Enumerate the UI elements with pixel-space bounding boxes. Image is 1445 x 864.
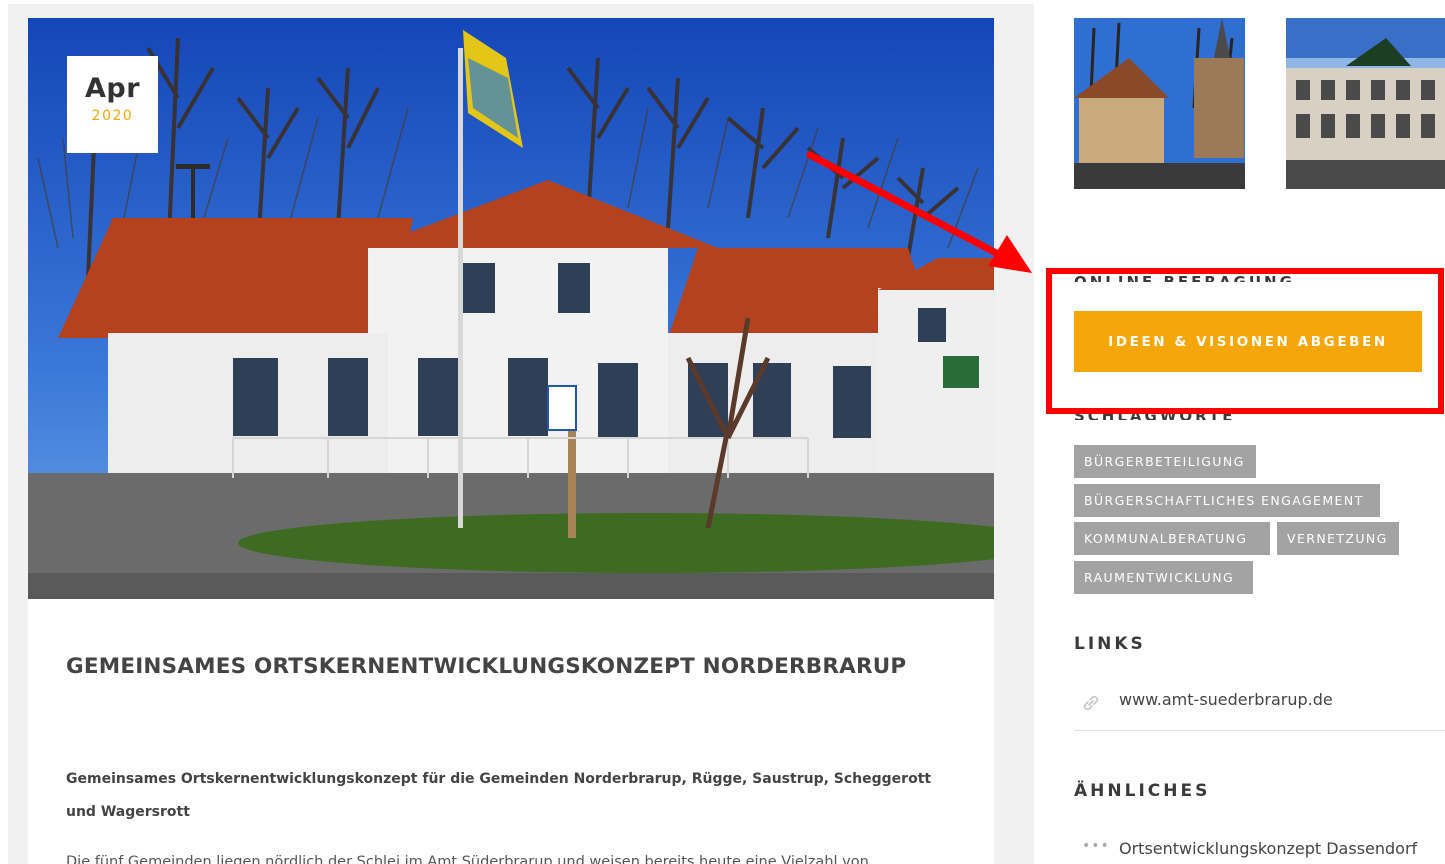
- tag-buergerbeteiligung[interactable]: BÜRGERBETEILIGUNG: [1074, 445, 1256, 478]
- annotation-arrow: [806, 151, 1032, 273]
- dots-icon: •••: [1082, 838, 1110, 854]
- link-icon: [1080, 692, 1102, 718]
- sidebar-thumbnail-church[interactable]: [1074, 18, 1245, 189]
- related-item: ••• Ortsentwicklungskonzept Dassendorf: [1074, 836, 1445, 864]
- related-heading: ÄHNLICHES: [1074, 781, 1211, 801]
- date-badge: Apr 2020: [67, 56, 158, 153]
- tag-raumentwicklung[interactable]: RAUMENTWICKLUNG: [1074, 561, 1253, 594]
- links-heading: LINKS: [1074, 634, 1146, 654]
- thumbnail-image: [1074, 18, 1245, 189]
- tag-kommunalberatung[interactable]: KOMMUNALBERATUNG: [1074, 522, 1270, 555]
- sidebar-thumbnail-building[interactable]: [1286, 18, 1445, 189]
- online-survey-heading: ONLINE BEFRAGUNG: [1074, 273, 1295, 282]
- submit-ideas-button[interactable]: IDEEN & VISIONEN ABGEBEN: [1074, 311, 1422, 372]
- date-year: 2020: [91, 108, 134, 124]
- tag-buergerschaftliches-engagement[interactable]: BÜRGERSCHAFTLICHES ENGAGEMENT: [1074, 484, 1380, 517]
- keywords-heading: SCHLAGWORTE: [1074, 407, 1236, 420]
- tag-vernetzung[interactable]: VERNETZUNG: [1277, 522, 1399, 555]
- thumbnail-image: [1286, 18, 1445, 189]
- related-link-dassendorf[interactable]: Ortsentwicklungskonzept Dassendorf: [1119, 839, 1417, 858]
- article-body: Die fünf Gemeinden liegen nördlich der S…: [66, 854, 869, 864]
- article-title: GEMEINSAMES ORTSKERNENTWICKLUNGSKONZEPT …: [66, 654, 907, 679]
- article-hero-image: [28, 18, 994, 599]
- link-item: www.amt-suederbrarup.de: [1074, 684, 1445, 731]
- date-month: Apr: [84, 73, 141, 104]
- link-amt-suederbrarup[interactable]: www.amt-suederbrarup.de: [1119, 690, 1333, 709]
- article-lead: Gemeinsames Ortskernentwicklungskonzept …: [66, 771, 932, 820]
